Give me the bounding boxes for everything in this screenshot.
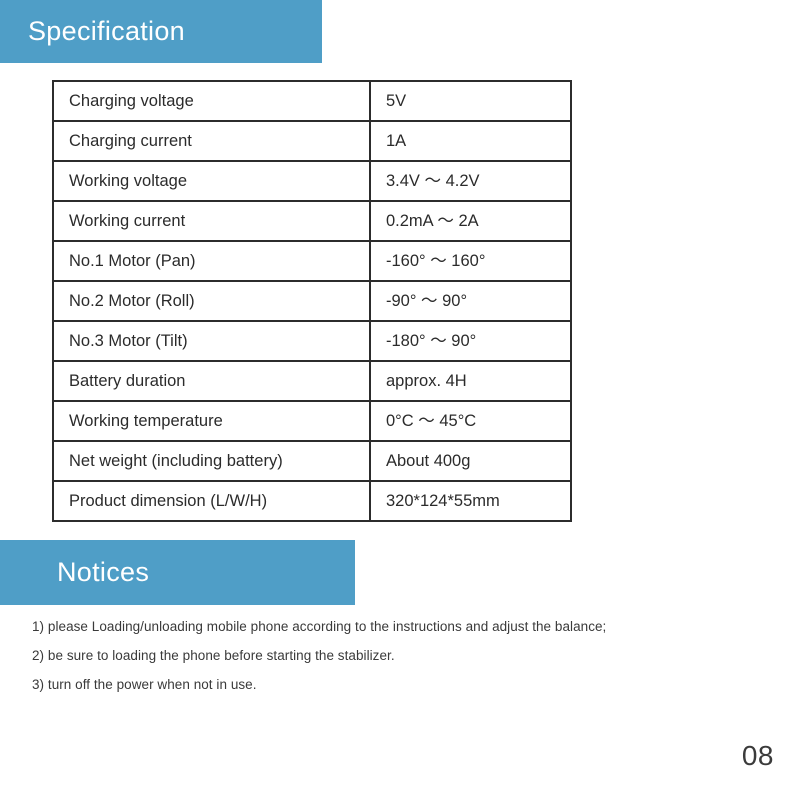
notices-list: 1) please Loading/unloading mobile phone…: [32, 619, 732, 708]
table-row: No.2 Motor (Roll) -90° ～ 90°: [52, 280, 572, 322]
page-number: 08: [741, 740, 774, 771]
notices-section-header: Notices: [0, 540, 355, 605]
table-row: Charging voltage 5V: [52, 80, 572, 122]
spec-label: No.3 Motor (Tilt): [52, 320, 371, 362]
spec-value: 0°C ～ 45°C: [369, 400, 572, 442]
table-row: Charging current 1A: [52, 120, 572, 162]
table-row: No.3 Motor (Tilt) -180° ～ 90°: [52, 320, 572, 362]
spec-label: Product dimension (L/W/H): [52, 480, 371, 522]
list-item: 1) please Loading/unloading mobile phone…: [32, 619, 607, 634]
spec-value: -180° ～ 90°: [369, 320, 572, 362]
table-row: Battery duration approx. 4H: [52, 360, 572, 402]
table-row: Working voltage 3.4V ～ 4.2V: [52, 160, 572, 202]
specification-heading: Specification: [28, 16, 185, 46]
notices-heading: Notices: [57, 557, 150, 587]
spec-label: No.2 Motor (Roll): [52, 280, 371, 322]
specification-section-header: Specification: [0, 0, 322, 63]
spec-value: approx. 4H: [369, 360, 572, 402]
spec-value: About 400g: [369, 440, 572, 482]
table-row: No.1 Motor (Pan) -160° ～ 160°: [52, 240, 572, 282]
table-row: Product dimension (L/W/H) 320*124*55mm: [52, 480, 572, 522]
specification-table-body: Charging voltage 5V Charging current 1A …: [52, 80, 572, 522]
table-row: Working current 0.2mA ～ 2A: [52, 200, 572, 242]
spec-value: -90° ～ 90°: [369, 280, 572, 322]
spec-value: 1A: [369, 120, 572, 162]
spec-label: Working current: [52, 200, 371, 242]
spec-value: -160° ～ 160°: [369, 240, 572, 282]
list-item: 2) be sure to loading the phone before s…: [32, 648, 395, 664]
spec-label: Battery duration: [52, 360, 371, 402]
spec-label: Working temperature: [52, 400, 371, 442]
list-item: 3) turn off the power when not in use.: [32, 677, 257, 693]
spec-value: 320*124*55mm: [369, 480, 572, 522]
table-row: Working temperature 0°C ～ 45°C: [52, 400, 572, 442]
spec-label: Net weight (including battery): [52, 440, 371, 482]
specification-table: Charging voltage 5V Charging current 1A …: [52, 80, 572, 522]
spec-label: Charging voltage: [52, 80, 371, 122]
spec-value: 5V: [369, 80, 572, 122]
spec-value: 3.4V ～ 4.2V: [369, 160, 572, 202]
spec-label: Charging current: [52, 120, 371, 162]
spec-label: Working voltage: [52, 160, 371, 202]
spec-value: 0.2mA ～ 2A: [369, 200, 572, 242]
table-row: Net weight (including battery) About 400…: [52, 440, 572, 482]
spec-label: No.1 Motor (Pan): [52, 240, 371, 282]
